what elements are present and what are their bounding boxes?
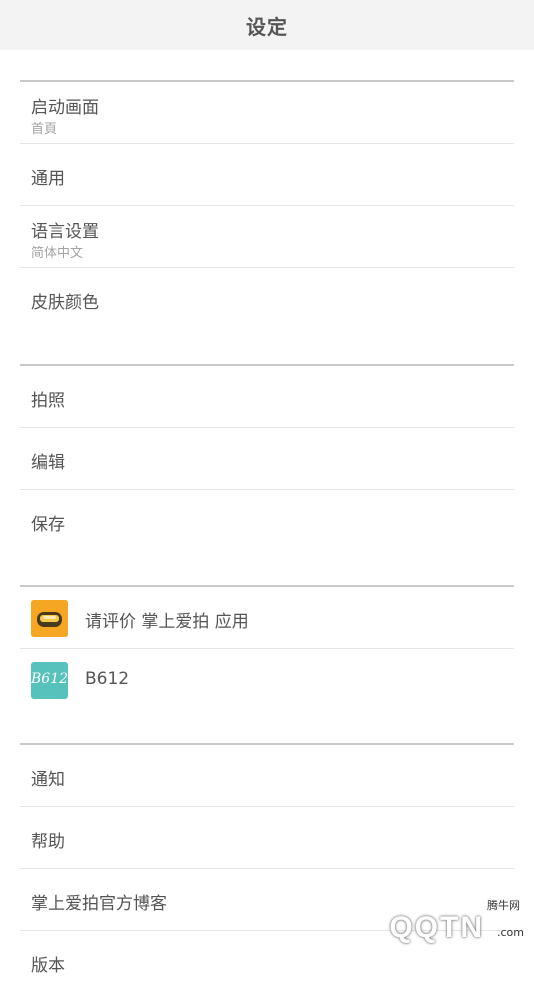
- b612-app-item[interactable]: B612 B612: [20, 649, 514, 711]
- b612-icon-text: B612: [31, 671, 68, 687]
- setting-label: 版本: [31, 956, 65, 976]
- setting-label: 皮肤颜色: [31, 293, 99, 313]
- setting-skin-color[interactable]: 皮肤颜色: [20, 268, 514, 330]
- setting-label: 保存: [31, 515, 65, 535]
- setting-value: 首頁: [31, 122, 58, 137]
- camera-app-icon: [31, 600, 68, 637]
- watermark-main-text: QQTN: [389, 911, 484, 944]
- watermark-top-text: 腾牛网: [487, 899, 520, 912]
- watermark-logo: 腾牛网 QQTN .com: [318, 897, 528, 945]
- b612-app-icon: B612: [31, 662, 68, 699]
- setting-language[interactable]: 语言设置 简体中文: [20, 206, 514, 268]
- setting-label: 语言设置: [31, 222, 99, 242]
- setting-value: 简体中文: [31, 246, 84, 261]
- setting-camera[interactable]: 拍照: [20, 366, 514, 428]
- watermark-suffix-text: .com: [497, 926, 524, 939]
- section-camera: 拍照 编辑 保存: [20, 364, 514, 552]
- rate-app-item[interactable]: 请评价 掌上爱拍 应用: [20, 587, 514, 649]
- setting-label: 掌上爱拍官方博客: [31, 894, 167, 914]
- page-title: 设定: [246, 14, 288, 39]
- setting-label: 通知: [31, 770, 65, 790]
- setting-label: 启动画面: [31, 98, 99, 118]
- setting-label: 编辑: [31, 453, 65, 473]
- setting-edit[interactable]: 编辑: [20, 428, 514, 490]
- rate-app-label: 请评价 掌上爱拍 应用: [85, 612, 249, 632]
- setting-label: 帮助: [31, 832, 65, 852]
- b612-app-label: B612: [85, 669, 130, 689]
- setting-help[interactable]: 帮助: [20, 807, 514, 869]
- setting-notifications[interactable]: 通知: [20, 745, 514, 807]
- setting-splash-screen[interactable]: 启动画面 首頁: [20, 82, 514, 144]
- top-bar: 设定: [0, 0, 534, 50]
- setting-save[interactable]: 保存: [20, 490, 514, 552]
- section-general: 启动画面 首頁 通用 语言设置 简体中文 皮肤颜色: [20, 80, 514, 330]
- setting-label: 通用: [31, 169, 65, 189]
- section-about: 通知 帮助 掌上爱拍官方博客 版本: [20, 743, 514, 993]
- setting-general[interactable]: 通用: [20, 144, 514, 206]
- section-apps: 请评价 掌上爱拍 应用 B612 B612: [20, 585, 514, 711]
- setting-label: 拍照: [31, 391, 65, 411]
